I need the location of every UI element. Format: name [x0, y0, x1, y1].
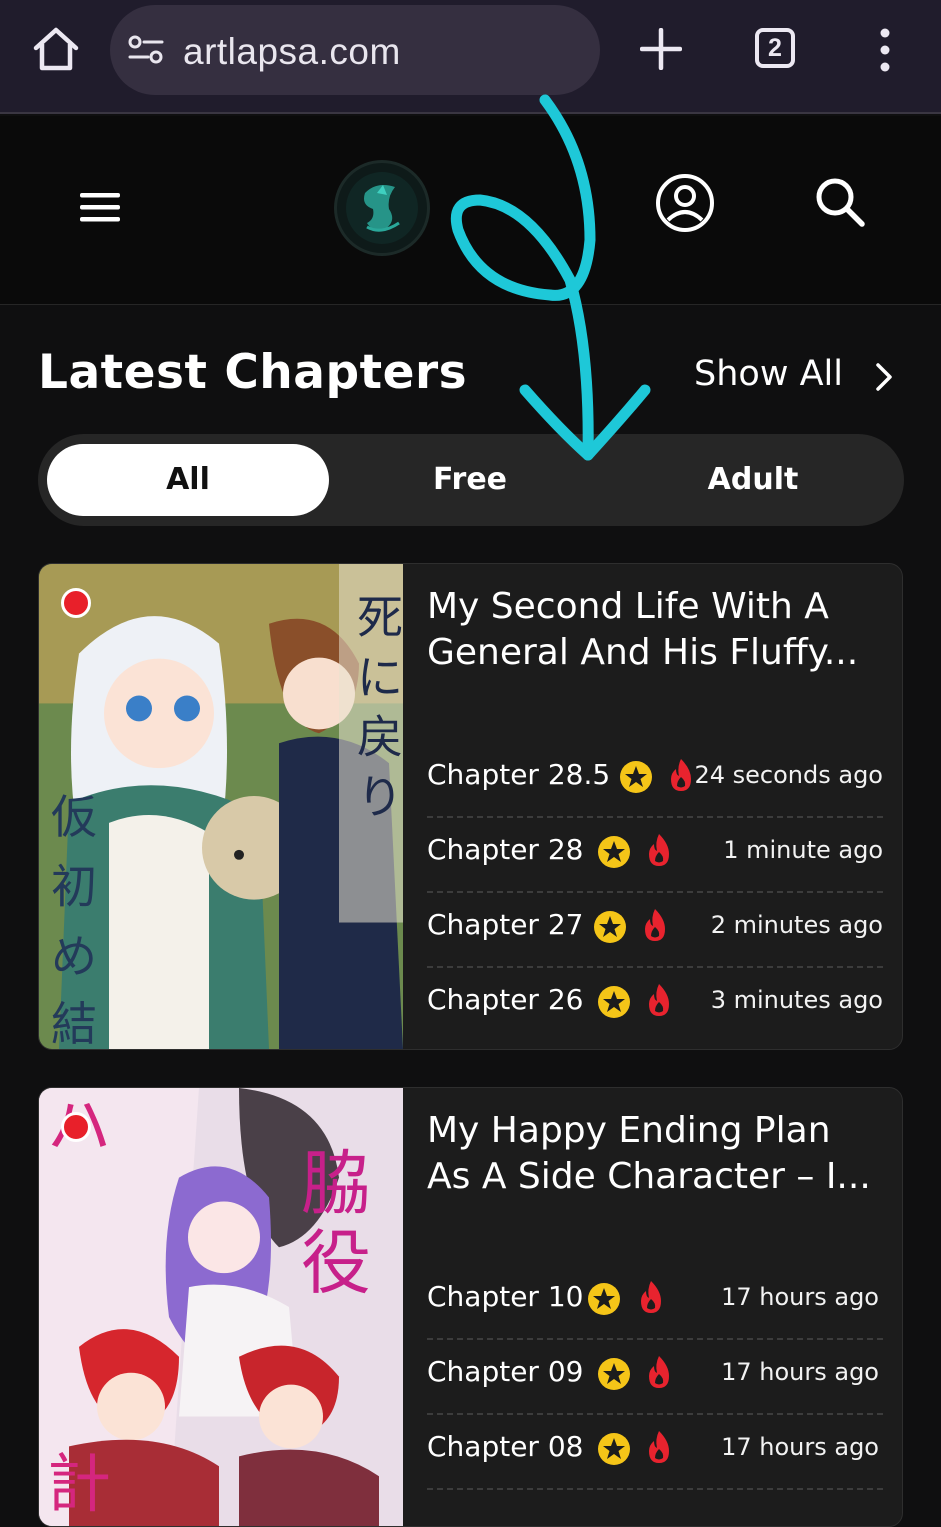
chapter-time: 3 minutes ago — [710, 986, 883, 1014]
hamburger-menu-icon[interactable] — [78, 190, 122, 224]
star-icon — [594, 911, 626, 943]
chapter-time: 2 minutes ago — [710, 911, 883, 939]
chapter-label[interactable]: Chapter 10 — [427, 1280, 583, 1313]
fire-icon — [649, 1431, 669, 1463]
chapter-row[interactable]: Chapter 26 3 minutes ago — [427, 967, 883, 1041]
chapter-row[interactable]: Chapter 28.5 24 seconds ago — [427, 742, 883, 818]
chapter-row[interactable]: Chapter 10 17 hours ago — [427, 1264, 883, 1340]
fire-icon — [641, 1281, 661, 1313]
browser-toolbar: artlapsa.com 2 — [0, 0, 941, 114]
show-all-link[interactable]: Show All — [694, 354, 843, 394]
chapter-row[interactable]: Chapter 27 2 minutes ago — [427, 892, 883, 968]
account-icon[interactable] — [654, 172, 716, 234]
filter-tabs: All Free Adult — [38, 434, 904, 526]
svg-text:役: 役 — [301, 1223, 371, 1304]
tab-all[interactable]: All — [47, 444, 329, 516]
more-vert-icon[interactable] — [876, 28, 894, 72]
chapter-row[interactable]: Chapter 09 17 hours ago — [427, 1339, 883, 1415]
svg-text:結: 結 — [51, 997, 97, 1049]
search-icon[interactable] — [812, 174, 868, 230]
svg-text:め: め — [51, 929, 97, 983]
star-icon — [588, 1283, 620, 1315]
chapter-label[interactable]: Chapter 26 — [427, 983, 583, 1016]
site-settings-icon[interactable] — [128, 35, 164, 65]
tab-adult[interactable]: Adult — [612, 444, 894, 516]
site-header — [0, 116, 941, 305]
fire-icon — [671, 759, 691, 791]
home-icon[interactable] — [30, 22, 82, 74]
series-card[interactable]: 死 に 戻 り 仮 初 め 結 My Second Life With A Ge… — [38, 563, 903, 1050]
svg-text:に: に — [357, 651, 403, 705]
fire-icon — [649, 834, 669, 866]
svg-text:仮: 仮 — [51, 790, 97, 844]
chapter-label[interactable]: Chapter 28.5 — [427, 758, 610, 791]
star-icon — [598, 986, 630, 1018]
site-logo[interactable] — [334, 160, 430, 256]
svg-text:り: り — [357, 770, 403, 824]
status-dot-icon — [61, 588, 91, 618]
chapter-time: 17 hours ago — [721, 1283, 879, 1311]
chapter-label[interactable]: Chapter 08 — [427, 1430, 583, 1463]
series-title[interactable]: My Second Life With A General And His Fl… — [427, 584, 877, 676]
chapter-time: 24 seconds ago — [694, 761, 883, 789]
svg-text:計: 計 — [47, 1448, 111, 1522]
star-icon — [598, 836, 630, 868]
fire-icon — [645, 909, 665, 941]
tabs-button[interactable]: 2 — [755, 28, 795, 68]
chapter-label[interactable]: Chapter 27 — [427, 908, 583, 941]
series-cover-image[interactable]: 死 に 戻 り 仮 初 め 結 — [39, 564, 403, 1049]
fire-icon — [649, 984, 669, 1016]
svg-text:初: 初 — [51, 860, 97, 914]
svg-text:死: 死 — [357, 591, 403, 645]
chapter-label[interactable]: Chapter 28 — [427, 833, 583, 866]
address-bar[interactable]: artlapsa.com — [110, 5, 600, 95]
plus-icon[interactable] — [640, 28, 682, 70]
page-title: Latest Chapters — [38, 345, 468, 400]
chapter-row[interactable]: Chapter 08 17 hours ago — [427, 1414, 883, 1490]
status-dot-icon — [61, 1112, 91, 1142]
chapter-row[interactable]: Chapter 28 1 minute ago — [427, 817, 883, 893]
svg-text:戻: 戻 — [357, 710, 403, 764]
chapter-time: 17 hours ago — [721, 1433, 879, 1461]
series-cover-image[interactable]: 脇 役 ハ 計 — [39, 1088, 403, 1526]
chapter-time: 1 minute ago — [723, 836, 883, 864]
tab-count: 2 — [768, 34, 782, 62]
star-icon — [598, 1433, 630, 1465]
series-card[interactable]: 脇 役 ハ 計 My Happy Ending Plan As A Side C… — [38, 1087, 903, 1527]
series-title[interactable]: My Happy Ending Plan As A Side Character… — [427, 1108, 877, 1200]
chapter-label[interactable]: Chapter 09 — [427, 1355, 583, 1388]
svg-text:脇: 脇 — [301, 1144, 371, 1225]
fire-icon — [649, 1356, 669, 1388]
chevron-right-icon[interactable] — [874, 362, 894, 392]
star-icon — [620, 761, 652, 793]
chapter-time: 17 hours ago — [721, 1358, 879, 1386]
tab-free[interactable]: Free — [329, 444, 611, 516]
url-text[interactable]: artlapsa.com — [183, 31, 401, 73]
star-icon — [598, 1358, 630, 1390]
